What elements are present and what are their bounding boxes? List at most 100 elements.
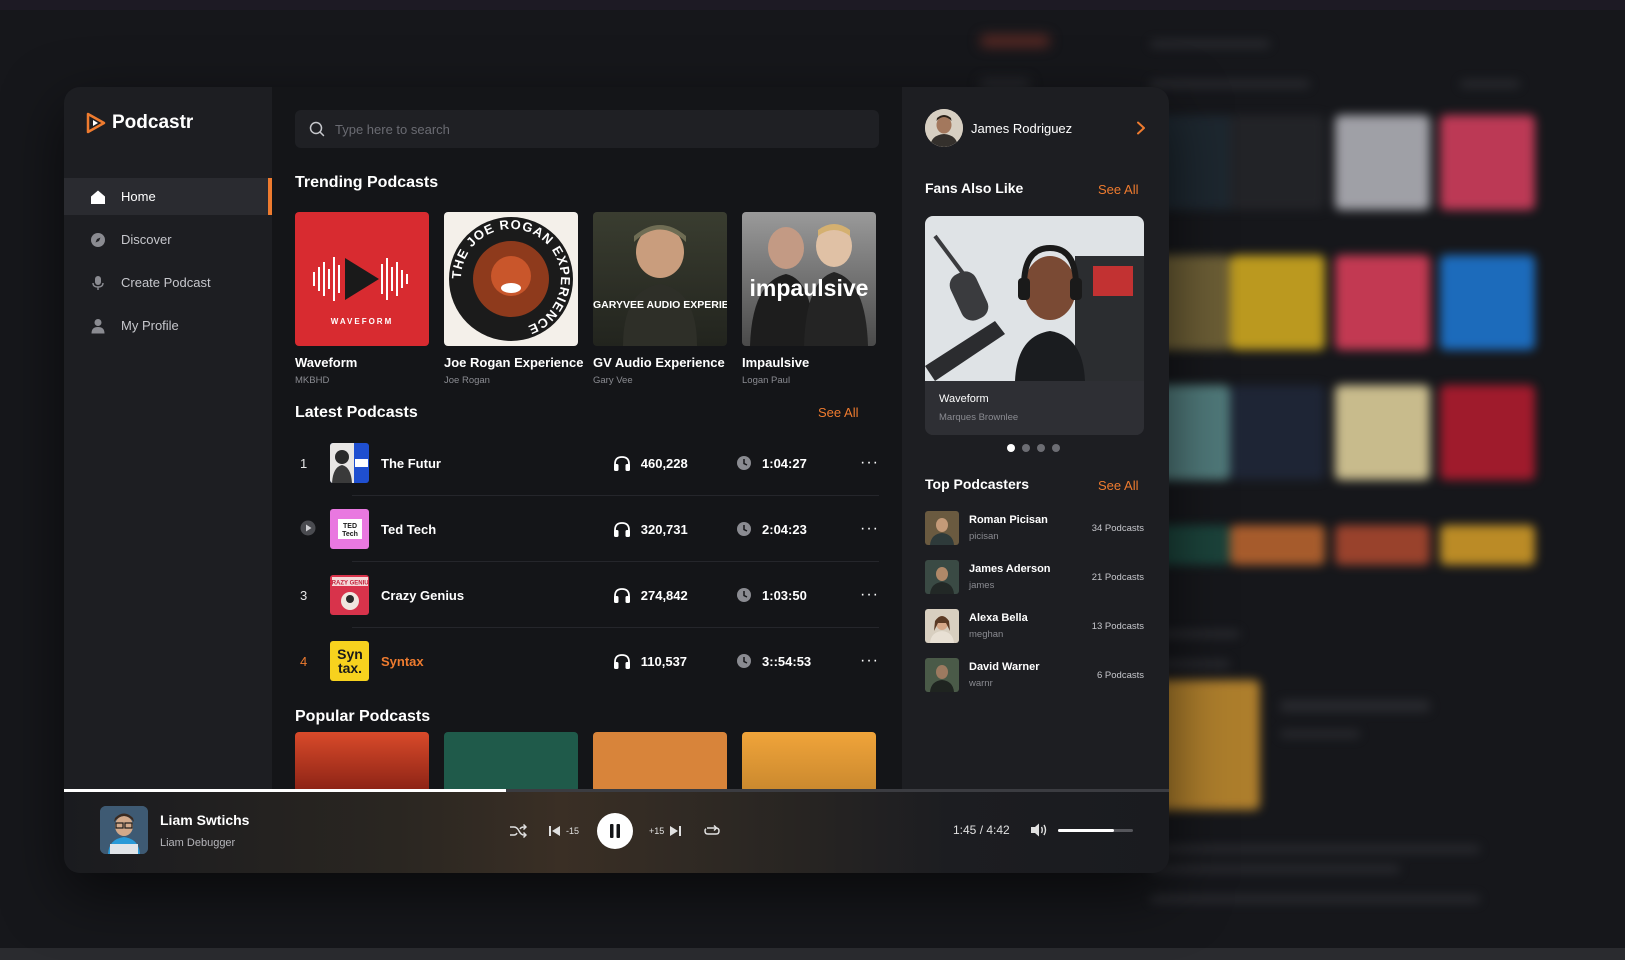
volume-slider[interactable] <box>1058 829 1133 832</box>
volume-icon[interactable] <box>1030 822 1048 843</box>
latest-see-all-link[interactable]: See All <box>818 405 858 420</box>
sidebar: Podcastr Home Discover Create Podcast My… <box>64 87 272 789</box>
podcast-row[interactable]: TED Tech Ted Tech 320,731 2:04:23 ··· <box>295 496 879 562</box>
app-window: Podcastr Home Discover Create Podcast My… <box>64 87 1169 873</box>
featured-podcast-card[interactable]: Waveform Marques Brownlee <box>925 216 1144 435</box>
sidebar-item-label: My Profile <box>121 318 179 333</box>
shuffle-icon[interactable] <box>509 823 527 839</box>
popular-card[interactable] <box>295 732 429 789</box>
more-options-icon[interactable]: ··· <box>840 652 879 670</box>
more-options-icon[interactable]: ··· <box>840 520 879 538</box>
row-title: Syntax <box>381 653 424 669</box>
headphones-icon <box>613 456 630 471</box>
podcast-row[interactable]: 4 Syn tax. Syntax 110,537 3::54:53 ··· <box>295 628 879 694</box>
row-title: Ted Tech <box>381 521 437 537</box>
row-duration-value: 1:03:50 <box>762 587 807 603</box>
pause-button[interactable] <box>597 813 634 849</box>
forward-button[interactable]: +15 <box>649 825 683 837</box>
search-input[interactable] <box>335 121 855 137</box>
row-title: The Futur <box>381 455 441 471</box>
podcast-author: Gary Vee <box>593 375 633 386</box>
volume-level <box>1058 829 1115 832</box>
avatar <box>925 109 963 147</box>
search-icon <box>309 121 325 137</box>
carousel-dot[interactable] <box>1052 444 1060 452</box>
clock-icon <box>737 654 752 668</box>
sidebar-item-create-podcast[interactable]: Create Podcast <box>64 264 272 301</box>
now-playing-title: Liam Swtichs <box>160 812 250 828</box>
forward-icon <box>670 826 682 836</box>
main-content: Trending Podcasts WAVEFORM Waveform MKBH… <box>272 87 902 789</box>
now-playing-cover-art <box>100 806 148 854</box>
podcast-row[interactable]: 3 CRAZY GENIUS Crazy Genius 274,842 1:03… <box>295 562 879 628</box>
featured-cover-art <box>925 216 1144 381</box>
carousel-dot[interactable] <box>1022 444 1030 452</box>
playback-progress-bar[interactable] <box>64 789 1169 792</box>
fans-see-all-link[interactable]: See All <box>1098 182 1138 197</box>
popular-section-title: Popular Podcasts <box>295 708 431 725</box>
row-rank: 4 <box>300 653 308 669</box>
row-cover-art: TED Tech <box>329 509 370 549</box>
carousel-dots <box>1007 444 1060 452</box>
rewind-label: -15 <box>566 826 580 836</box>
popular-card[interactable] <box>742 732 876 789</box>
user-name: James Rodriguez <box>971 120 1073 136</box>
search-bar[interactable] <box>295 110 879 148</box>
row-duration: 1:03:50 <box>736 587 840 603</box>
latest-section-title: Latest Podcasts <box>295 404 418 421</box>
avatar <box>925 560 959 594</box>
podcaster-row[interactable]: Alexa Bella meghan 13 Podcasts <box>925 608 1144 644</box>
podcaster-count: 21 Podcasts <box>1091 571 1144 583</box>
repeat-icon[interactable] <box>703 823 721 839</box>
podcast-row[interactable]: 1 The Futur 460,228 1:04:27 ··· <box>295 430 879 496</box>
featured-info: Waveform Marques Brownlee <box>925 381 1144 435</box>
row-listens: 460,228 <box>613 455 736 471</box>
svg-text:CRAZY GENIUS: CRAZY GENIUS <box>330 581 369 587</box>
player-bar: Liam Swtichs Liam Debugger -15 +15 1:45 … <box>64 789 1169 873</box>
now-playing-subtitle: Liam Debugger <box>160 837 236 849</box>
rewind-button[interactable]: -15 <box>547 825 579 837</box>
popular-card[interactable] <box>444 732 578 789</box>
row-rank: 3 <box>300 587 308 603</box>
user-icon <box>89 317 107 335</box>
trending-card[interactable]: WAVEFORM Waveform MKBHD <box>295 212 429 386</box>
top-podcasters-see-all-link[interactable]: See All <box>1098 478 1138 493</box>
podcaster-row[interactable]: David Warner warnr 6 Podcasts <box>925 657 1144 693</box>
carousel-dot[interactable] <box>1007 444 1015 452</box>
trending-card[interactable]: impaulsive Impaulsive Logan Paul <box>742 212 876 386</box>
popular-card[interactable] <box>593 732 727 789</box>
podcast-author: Logan Paul <box>742 375 791 386</box>
carousel-dot[interactable] <box>1037 444 1045 452</box>
right-panel: James Rodriguez Fans Also Like See All W… <box>902 87 1169 789</box>
background-blurred-app <box>1140 30 1625 930</box>
cover-text: impaulsive <box>750 275 869 301</box>
trending-card[interactable]: THE GARYVEE AUDIO EXPERIENCE GV Audio Ex… <box>593 212 727 386</box>
podcaster-row[interactable]: Roman Picisan picisan 34 Podcasts <box>925 510 1144 546</box>
cover-art: THE GARYVEE AUDIO EXPERIENCE <box>593 212 727 346</box>
row-rank: 1 <box>300 455 308 471</box>
forward-label: +15 <box>649 826 665 836</box>
podcast-author: MKBHD <box>295 375 330 386</box>
sidebar-item-home[interactable]: Home <box>64 178 272 215</box>
cover-art: THE JOE ROGAN EXPERIENCE <box>444 212 578 346</box>
row-title: Crazy Genius <box>381 587 465 603</box>
sidebar-item-discover[interactable]: Discover <box>64 221 272 258</box>
trending-card[interactable]: THE JOE ROGAN EXPERIENCE Joe Rogan Exper… <box>444 212 583 386</box>
podcaster-row[interactable]: James Aderson james 21 Podcasts <box>925 559 1144 595</box>
user-profile[interactable]: James Rodriguez <box>925 108 1147 148</box>
top-podcasters-title: Top Podcasters <box>925 476 1029 492</box>
compass-icon <box>89 231 107 249</box>
chevron-right-icon[interactable] <box>1135 121 1147 135</box>
row-duration: 1:04:27 <box>736 455 840 471</box>
sidebar-item-label: Discover <box>121 232 172 247</box>
row-cover-art: Syn tax. <box>329 641 370 681</box>
clock-icon <box>737 456 752 470</box>
more-options-icon[interactable]: ··· <box>840 586 879 604</box>
row-duration-value: 2:04:23 <box>762 521 807 537</box>
more-options-icon[interactable]: ··· <box>840 454 879 472</box>
svg-text:TED: TED <box>343 523 357 530</box>
logo[interactable]: Podcastr <box>86 112 193 134</box>
sidebar-item-my-profile[interactable]: My Profile <box>64 307 272 344</box>
podcast-title: Impaulsive <box>742 355 810 370</box>
podcaster-name: Alexa Bella <box>969 612 1028 624</box>
